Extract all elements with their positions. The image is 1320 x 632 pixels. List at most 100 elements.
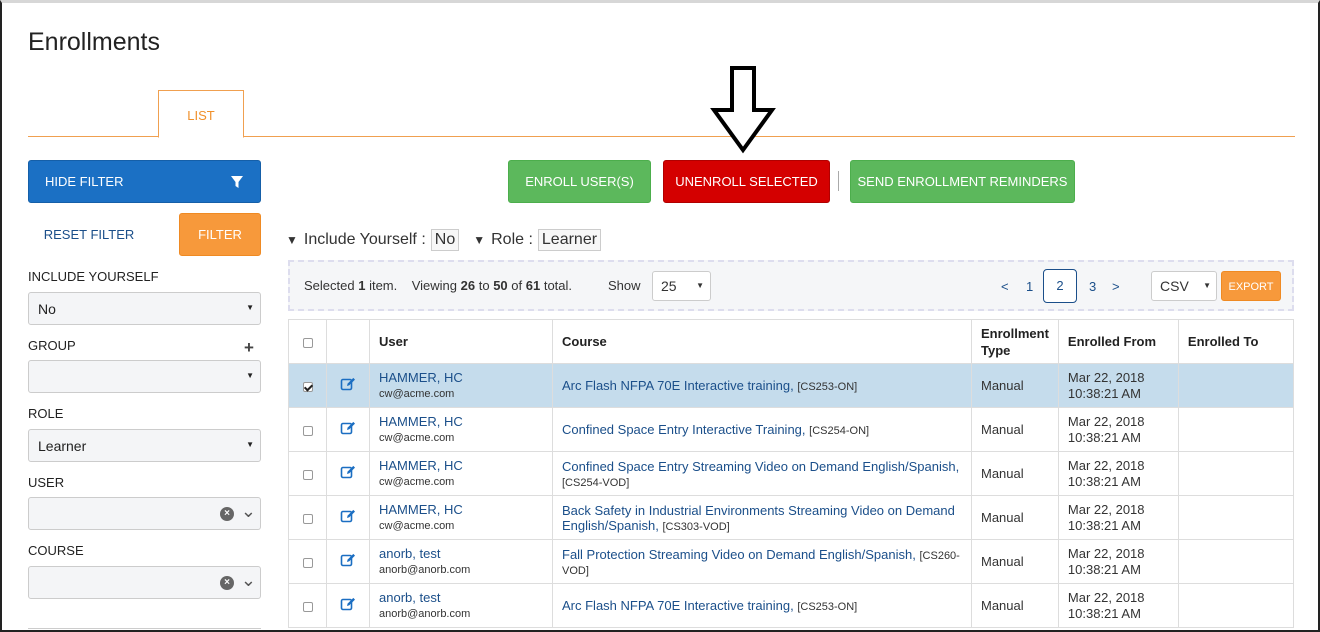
course-link[interactable]: Arc Flash NFPA 70E Interactive training, xyxy=(562,378,794,393)
user-label: USER xyxy=(28,475,65,490)
course-label: COURSE xyxy=(28,543,84,558)
enrolled-to-cell xyxy=(1177,495,1295,540)
down-arrow-icon xyxy=(710,66,776,154)
course-link[interactable]: Confined Space Entry Streaming Video on … xyxy=(562,459,959,474)
course-cell: Confined Space Entry Interactive Trainin… xyxy=(552,407,972,452)
filter-chip-value: No xyxy=(430,229,460,251)
edit-icon[interactable] xyxy=(340,420,356,439)
course-cell: Back Safety in Industrial Environments S… xyxy=(552,495,972,540)
user-cell: anorb, test anorb@anorb.com xyxy=(369,583,553,628)
course-cell: Confined Space Entry Streaming Video on … xyxy=(552,451,972,496)
send-reminders-button[interactable]: SEND ENROLLMENT REMINDERS xyxy=(850,160,1075,203)
course-cell: Arc Flash NFPA 70E Interactive training,… xyxy=(552,363,972,408)
course-link[interactable]: Arc Flash NFPA 70E Interactive training, xyxy=(562,598,794,613)
course-select[interactable]: × ⌄ xyxy=(28,566,261,599)
course-code: [CS253-ON] xyxy=(797,601,858,613)
table-row[interactable]: HAMMER, HC cw@acme.com Confined Space Entr… xyxy=(288,451,1295,496)
reset-filter-link[interactable]: RESET FILTER xyxy=(28,213,150,255)
enroll-users-button[interactable]: ENROLL USER(S) xyxy=(508,160,651,203)
tab-list[interactable]: LIST xyxy=(158,90,244,138)
export-format-select[interactable]: CSV ▼ xyxy=(1151,271,1217,301)
row-checkbox[interactable] xyxy=(302,513,313,524)
row-select-cell xyxy=(288,495,327,540)
caret-down-icon: ▼ xyxy=(696,281,704,290)
chevron-down-icon[interactable]: ⌄ xyxy=(241,570,256,591)
user-name-link[interactable]: HAMMER, HC xyxy=(379,458,543,474)
filter-chip-label: Role : xyxy=(491,231,533,248)
table-header-row: User Course Enrollment Type Enrolled From… xyxy=(288,319,1295,364)
edit-icon[interactable] xyxy=(340,508,356,527)
sidebar-divider xyxy=(28,628,261,629)
user-cell: HAMMER, HC cw@acme.com xyxy=(369,363,553,408)
table-row[interactable]: HAMMER, HC cw@acme.com Confined Space Entr… xyxy=(288,407,1295,452)
column-header-enrolled-from[interactable]: Enrolled From xyxy=(1057,319,1179,364)
user-cell: HAMMER, HC cw@acme.com xyxy=(369,495,553,540)
row-edit-cell xyxy=(326,539,370,584)
edit-icon[interactable] xyxy=(340,464,356,483)
clear-icon[interactable]: × xyxy=(220,507,234,521)
enrollments-table: User Course Enrollment Type Enrolled From… xyxy=(288,319,1295,628)
column-header-enrollment-type[interactable]: Enrollment Type xyxy=(971,319,1059,364)
row-checkbox[interactable] xyxy=(302,557,313,568)
table-row[interactable]: HAMMER, HC cw@acme.com Back Safety in Indu… xyxy=(288,495,1295,540)
export-button[interactable]: EXPORT xyxy=(1221,271,1281,301)
edit-icon[interactable] xyxy=(340,552,356,571)
user-name-link[interactable]: anorb, test xyxy=(379,546,543,562)
page-3-button[interactable]: 3 xyxy=(1089,279,1096,294)
clear-icon[interactable]: × xyxy=(220,576,234,590)
enrolled-to-cell xyxy=(1177,363,1295,408)
edit-icon[interactable] xyxy=(340,376,356,395)
course-link[interactable]: Confined Space Entry Interactive Trainin… xyxy=(562,422,806,437)
funnel-icon: ▼ xyxy=(473,233,486,247)
role-select[interactable]: Learner ▼ xyxy=(28,429,261,462)
chevron-down-icon[interactable]: ⌄ xyxy=(241,501,256,522)
page-size-value: 25 xyxy=(661,278,677,294)
plus-icon[interactable]: + xyxy=(244,338,254,358)
user-name-link[interactable]: anorb, test xyxy=(379,590,543,606)
include-yourself-select[interactable]: No ▼ xyxy=(28,292,261,325)
select-all-checkbox[interactable] xyxy=(302,337,313,348)
page-size-select[interactable]: 25 ▼ xyxy=(652,271,711,301)
filter-button[interactable]: FILTER xyxy=(179,213,261,256)
enrolled-from-cell: Mar 22, 2018 10:38:21 AM xyxy=(1057,583,1179,628)
page-2-button[interactable]: 2 xyxy=(1043,269,1077,303)
group-select[interactable]: ▼ xyxy=(28,360,261,393)
enrolled-from-cell: Mar 22, 2018 10:38:21 AM xyxy=(1057,363,1179,408)
user-cell: HAMMER, HC cw@acme.com xyxy=(369,407,553,452)
unenroll-selected-button[interactable]: UNENROLL SELECTED xyxy=(663,160,830,203)
user-select[interactable]: × ⌄ xyxy=(28,497,261,530)
user-name-link[interactable]: HAMMER, HC xyxy=(379,414,543,430)
edit-icon[interactable] xyxy=(340,596,356,615)
column-header-course[interactable]: Course xyxy=(552,319,972,364)
include-yourself-label: INCLUDE YOURSELF xyxy=(28,269,159,284)
next-page-button[interactable]: > xyxy=(1112,279,1120,294)
course-link[interactable]: Back Safety in Industrial Environments S… xyxy=(562,503,955,533)
column-header-user[interactable]: User xyxy=(369,319,553,364)
filter-chip-label: Include Yourself : xyxy=(303,231,426,248)
enrollment-type-cell: Manual xyxy=(971,495,1059,540)
hide-filter-button[interactable]: HIDE FILTER xyxy=(28,160,261,203)
table-row[interactable]: anorb, test anorb@anorb.com Arc Flash NFPA… xyxy=(288,583,1295,628)
row-checkbox[interactable] xyxy=(302,425,313,436)
table-row[interactable]: HAMMER, HC cw@acme.com Arc Flash NFPA 70E … xyxy=(288,363,1295,408)
user-name-link[interactable]: HAMMER, HC xyxy=(379,370,543,386)
row-checkbox[interactable] xyxy=(302,469,313,480)
table-row[interactable]: anorb, test anorb@anorb.com Fall Protectio… xyxy=(288,539,1295,584)
row-checkbox[interactable] xyxy=(302,381,313,392)
user-email: cw@acme.com xyxy=(379,431,455,444)
enrolled-from-cell: Mar 22, 2018 10:38:21 AM xyxy=(1057,495,1179,540)
page-1-button[interactable]: 1 xyxy=(1026,279,1033,294)
enrolled-to-cell xyxy=(1177,583,1295,628)
role-value: Learner xyxy=(38,437,87,454)
course-code: [CS303-VOD] xyxy=(662,520,730,533)
course-link[interactable]: Fall Protection Streaming Video on Deman… xyxy=(562,547,916,562)
row-edit-cell xyxy=(326,495,370,540)
row-edit-cell xyxy=(326,407,370,452)
row-checkbox[interactable] xyxy=(302,601,313,612)
caret-down-icon: ▼ xyxy=(246,440,254,449)
row-select-cell xyxy=(288,363,327,408)
column-header-enrolled-to[interactable]: Enrolled To xyxy=(1177,319,1295,364)
user-name-link[interactable]: HAMMER, HC xyxy=(379,502,543,518)
page-title: Enrollments xyxy=(28,28,160,56)
prev-page-button[interactable]: < xyxy=(1001,279,1009,294)
